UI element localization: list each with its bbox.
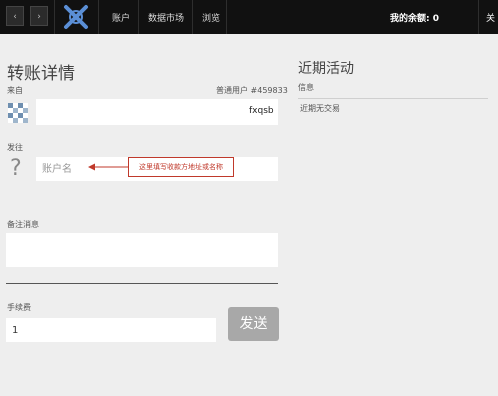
from-account-name: fxqsb — [249, 106, 274, 116]
arrow-left-icon — [88, 163, 130, 171]
divider — [192, 0, 193, 34]
divider — [138, 0, 139, 34]
annotation-callout: 这里填写收款方地址或名称 — [128, 157, 234, 177]
fee-input[interactable] — [6, 318, 216, 342]
from-label: 来自 — [7, 86, 23, 95]
divider — [478, 0, 479, 34]
top-navigation-bar: ‹ › 账户 数据市场 浏览 我的余额: 0 关 — [0, 0, 498, 34]
menu-item-browse[interactable]: 浏览 — [202, 11, 220, 24]
from-account-field — [36, 99, 278, 125]
transfer-title: 转账详情 — [7, 64, 75, 84]
divider — [6, 283, 278, 284]
divider — [226, 0, 227, 34]
close-button[interactable]: 关 — [486, 11, 495, 24]
forward-arrow-icon: › — [37, 12, 41, 22]
empty-activity-text: 近期无交易 — [300, 104, 340, 113]
back-arrow-icon: ‹ — [13, 12, 17, 22]
recent-activity-title: 近期活动 — [298, 61, 354, 77]
menu-item-account[interactable]: 账户 — [112, 11, 130, 24]
memo-input[interactable] — [6, 233, 278, 267]
divider — [98, 0, 99, 34]
x-logo-icon[interactable] — [62, 4, 90, 30]
account-type-label: 普通用户 #459833 — [216, 86, 288, 95]
menu-item-data-market[interactable]: 数据市场 — [148, 11, 184, 24]
back-button[interactable]: ‹ — [6, 6, 24, 26]
fee-label: 手续费 — [7, 303, 31, 312]
send-button[interactable]: 发送 — [228, 307, 279, 341]
to-label: 发往 — [7, 143, 23, 152]
question-mark-icon: ? — [10, 156, 22, 181]
divider — [54, 0, 55, 34]
forward-button[interactable]: › — [30, 6, 48, 26]
balance-display: 我的余额: 0 — [390, 14, 439, 24]
activity-column-header: 信息 — [298, 82, 488, 99]
memo-label: 备注消息 — [7, 220, 39, 229]
avatar — [8, 103, 28, 123]
